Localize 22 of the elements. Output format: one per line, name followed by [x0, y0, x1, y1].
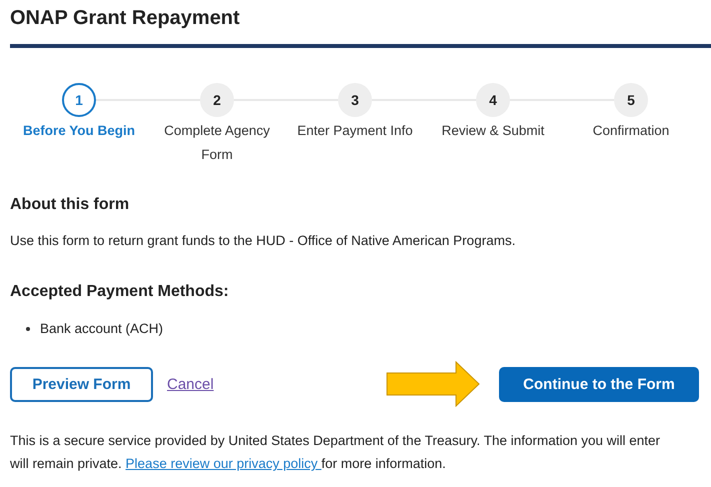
step-label: Enter Payment Info	[297, 122, 413, 140]
step-number[interactable]: 4	[476, 83, 510, 117]
privacy-policy-link[interactable]: Please review our privacy policy	[126, 456, 322, 471]
step-label: Complete Agency Form	[163, 122, 271, 164]
step-label: Review & Submit	[442, 122, 544, 140]
step-number[interactable]: 5	[614, 83, 648, 117]
arrow-icon	[386, 361, 480, 407]
cancel-link[interactable]: Cancel	[167, 376, 214, 392]
section-heading: About this form	[10, 195, 130, 215]
step-label: Confirmation	[592, 122, 670, 140]
bullet-icon	[26, 327, 30, 331]
step-number[interactable]: 1	[62, 83, 96, 117]
payment-method: Bank account (ACH)	[40, 320, 164, 338]
continue-button[interactable]: Continue to the Form	[499, 366, 699, 402]
preview-form-button[interactable]: Preview Form	[10, 366, 153, 402]
security-notice: This is a secure service provided by United States Department of the Treasury. The information you will enter will remain private. Please review our privacy policy for more information.	[10, 432, 662, 473]
step-label: Before You Begin	[22, 122, 135, 140]
section-heading: Accepted Payment Methods:	[10, 282, 230, 302]
step-number[interactable]: 2	[200, 83, 234, 117]
step-number[interactable]: 3	[338, 83, 372, 117]
form-description: Use this form to return grant funds to the HUD - Office of Native American Programs.	[10, 232, 516, 250]
page-title: ONAP Grant Repayment	[10, 6, 240, 31]
